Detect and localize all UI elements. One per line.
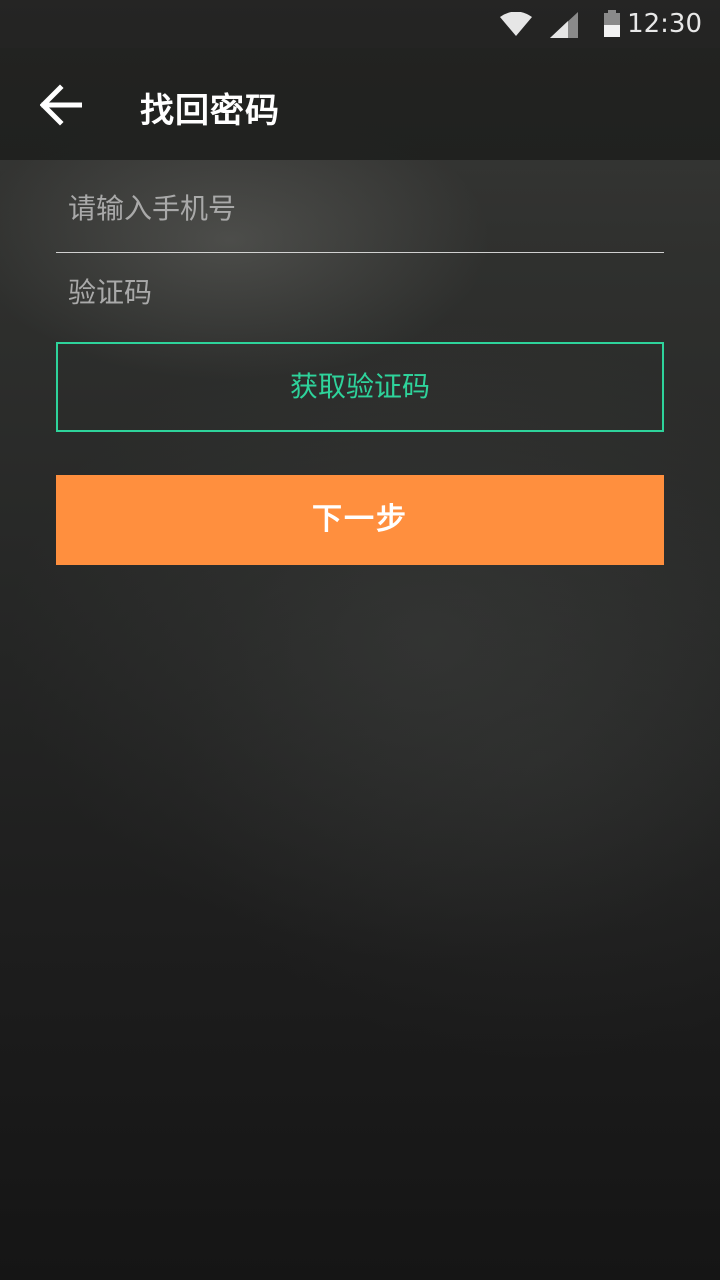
signal-icon	[550, 12, 578, 42]
verification-code-input[interactable]	[56, 254, 664, 330]
back-button[interactable]	[30, 74, 92, 136]
phone-field	[56, 170, 664, 253]
get-code-button[interactable]: 获取验证码	[56, 342, 664, 432]
wifi-icon	[500, 11, 532, 40]
status-time: 12:30	[627, 9, 702, 39]
status-bar: 12:30	[0, 0, 720, 48]
battery-icon	[603, 10, 621, 42]
code-field	[56, 254, 664, 336]
phone-input[interactable]	[56, 170, 664, 246]
app-bar: 找回密码	[0, 48, 720, 160]
next-button[interactable]: 下一步	[56, 475, 664, 565]
page-title: 找回密码	[140, 91, 280, 131]
